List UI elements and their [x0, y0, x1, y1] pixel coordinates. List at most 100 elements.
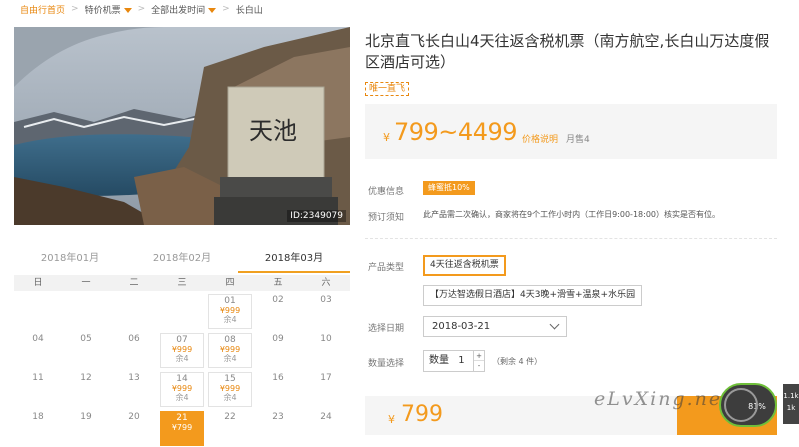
calendar-day: 23	[254, 408, 302, 447]
day-price: ¥999	[219, 306, 241, 315]
day-price: ¥799	[171, 423, 193, 432]
breadcrumb-flights-link[interactable]: 特价机票	[85, 3, 132, 16]
month-tab[interactable]: 2018年03月	[238, 249, 350, 273]
day-remaining: 余4	[223, 315, 237, 324]
day-number: 22	[224, 412, 236, 422]
floating-speed-widget[interactable]: 81%	[719, 383, 777, 427]
day-price: ¥999	[171, 384, 193, 393]
product-type-option-hotel[interactable]: 【万达智选假日酒店】4天3晚+滑雪+温泉+水乐园	[423, 285, 643, 306]
product-type-option-ticket[interactable]: 4天往返含税机票	[423, 255, 506, 276]
calendar-day: 03	[302, 291, 350, 330]
breadcrumb-current: 长白山	[235, 5, 263, 16]
calendar-day-available[interactable]: 08 ¥999 余4	[208, 333, 252, 368]
day-number: 14	[176, 374, 188, 384]
day-number: 06	[128, 334, 140, 344]
day-remaining: 余4	[223, 354, 237, 363]
quantity-stepper[interactable]: 数量 1 + -	[423, 350, 485, 372]
day-number: 17	[320, 373, 332, 383]
day-number: 21	[176, 413, 188, 423]
calendar-day	[158, 291, 206, 330]
calendar-days-grid: 01 ¥999 余4 02 03 04 05 06 07 ¥999 余4 08 ¥999 余4 09 10 11…	[14, 291, 350, 447]
product-photo[interactable]: 天池 ID:2349079	[14, 27, 350, 225]
breadcrumb-time-label: 全部出发时间	[151, 5, 206, 16]
weekday-label: 六	[321, 278, 331, 288]
calendar-day: 06	[110, 330, 158, 369]
total-currency: ¥	[388, 413, 395, 426]
day-number: 07	[176, 335, 188, 345]
breadcrumb-time-link[interactable]: 全部出发时间	[151, 3, 217, 16]
calendar-day: 16	[254, 369, 302, 408]
date-label: 选择日期	[368, 324, 405, 334]
day-remaining: 余4	[175, 393, 189, 402]
day-number: 05	[80, 334, 92, 344]
month-tab[interactable]: 2018年02月	[126, 249, 238, 273]
day-number: 08	[224, 335, 236, 345]
chevron-down-icon	[549, 319, 560, 330]
day-number: 04	[32, 334, 44, 344]
calendar-day: 05	[62, 330, 110, 369]
direct-flight-tag: 唯一直飞	[365, 82, 410, 96]
calendar-day: 19	[62, 408, 110, 447]
day-price: ¥999	[219, 345, 241, 354]
calendar-day-available[interactable]: 07 ¥999 余4	[160, 333, 204, 368]
total-price: 799	[401, 402, 443, 427]
calendar-day: 04	[14, 330, 62, 369]
calendar-day-available[interactable]: 21 ¥799	[160, 411, 204, 446]
calendar-day: 18	[14, 408, 62, 447]
weekday-label: 一	[81, 278, 91, 288]
calendar-day	[110, 291, 158, 330]
side-stats-panel: 1.1k 1k	[783, 384, 799, 424]
watermark: eLvXing.net	[594, 388, 732, 410]
calendar-day: 20	[110, 408, 158, 447]
booking-notice-text: 此产品需二次确认，商家将在9个工作小时内（工作日9:00-18:00）核实是否有…	[423, 210, 720, 219]
quantity-prefix: 数量	[429, 355, 449, 366]
price-note-link[interactable]: 价格说明	[522, 132, 558, 145]
breadcrumb-separator: >	[71, 4, 79, 14]
divider	[365, 238, 777, 239]
weekday-label: 四	[225, 278, 235, 288]
date-select[interactable]: 2018-03-21	[423, 316, 567, 337]
breadcrumb-flights-label: 特价机票	[84, 5, 121, 16]
quantity-remaining: （剩余 4 件）	[492, 357, 543, 366]
price-range: 799~4499	[394, 118, 518, 146]
month-tab[interactable]: 2018年01月	[14, 249, 126, 273]
day-number: 18	[32, 412, 44, 422]
monthly-sales: 月售4	[566, 135, 590, 145]
increment-button[interactable]: +	[474, 351, 484, 361]
quantity-label: 数量选择	[368, 359, 405, 369]
price-currency: ¥	[383, 131, 390, 144]
day-price: ¥999	[219, 384, 241, 393]
date-select-value: 2018-03-21	[432, 321, 491, 332]
promo-badge: 蜂蜜抵10%	[423, 181, 475, 195]
weekday-label: 二	[129, 278, 139, 288]
day-number: 20	[128, 412, 140, 422]
price-calendar: 日一二三四五六 01 ¥999 余4 02 03 04 05 06 07 ¥999 余4 08 ¥999…	[14, 275, 350, 447]
calendar-day: 11	[14, 369, 62, 408]
stepper-buttons: + -	[473, 351, 484, 371]
calendar-day-available[interactable]: 14 ¥999 余4	[160, 372, 204, 407]
quantity-value[interactable]: 1	[458, 355, 464, 366]
calendar-weekday-header: 日一二三四五六	[14, 275, 350, 291]
photo-id-label: ID:2349079	[287, 210, 346, 222]
calendar-month-tabs: 2018年01月 2018年02月 2018年03月	[14, 249, 350, 273]
price-box: ¥ 799~4499 价格说明 月售4	[365, 104, 777, 159]
decrement-button[interactable]: -	[474, 361, 484, 371]
day-number: 03	[320, 295, 332, 305]
booking-notice-label: 预订须知	[368, 213, 405, 223]
day-number: 24	[320, 412, 332, 422]
calendar-day	[14, 291, 62, 330]
day-number: 12	[80, 373, 92, 383]
calendar-day: 10	[302, 330, 350, 369]
calendar-day: 13	[110, 369, 158, 408]
product-type-label: 产品类型	[368, 263, 405, 273]
weekday-label: 五	[273, 278, 283, 288]
breadcrumb: 自由行首页 > 特价机票 > 全部出发时间 > 长白山	[0, 0, 799, 18]
day-price: ¥999	[171, 345, 193, 354]
calendar-day: 09	[254, 330, 302, 369]
day-number: 19	[80, 412, 92, 422]
breadcrumb-home-link[interactable]: 自由行首页	[20, 3, 65, 16]
day-number: 11	[32, 373, 44, 383]
product-title: 北京直飞长白山4天往返含税机票（南方航空,长白山万达度假区酒店可选）	[365, 32, 770, 71]
calendar-day-available[interactable]: 01 ¥999 余4	[208, 294, 252, 329]
calendar-day-available[interactable]: 15 ¥999 余4	[208, 372, 252, 407]
